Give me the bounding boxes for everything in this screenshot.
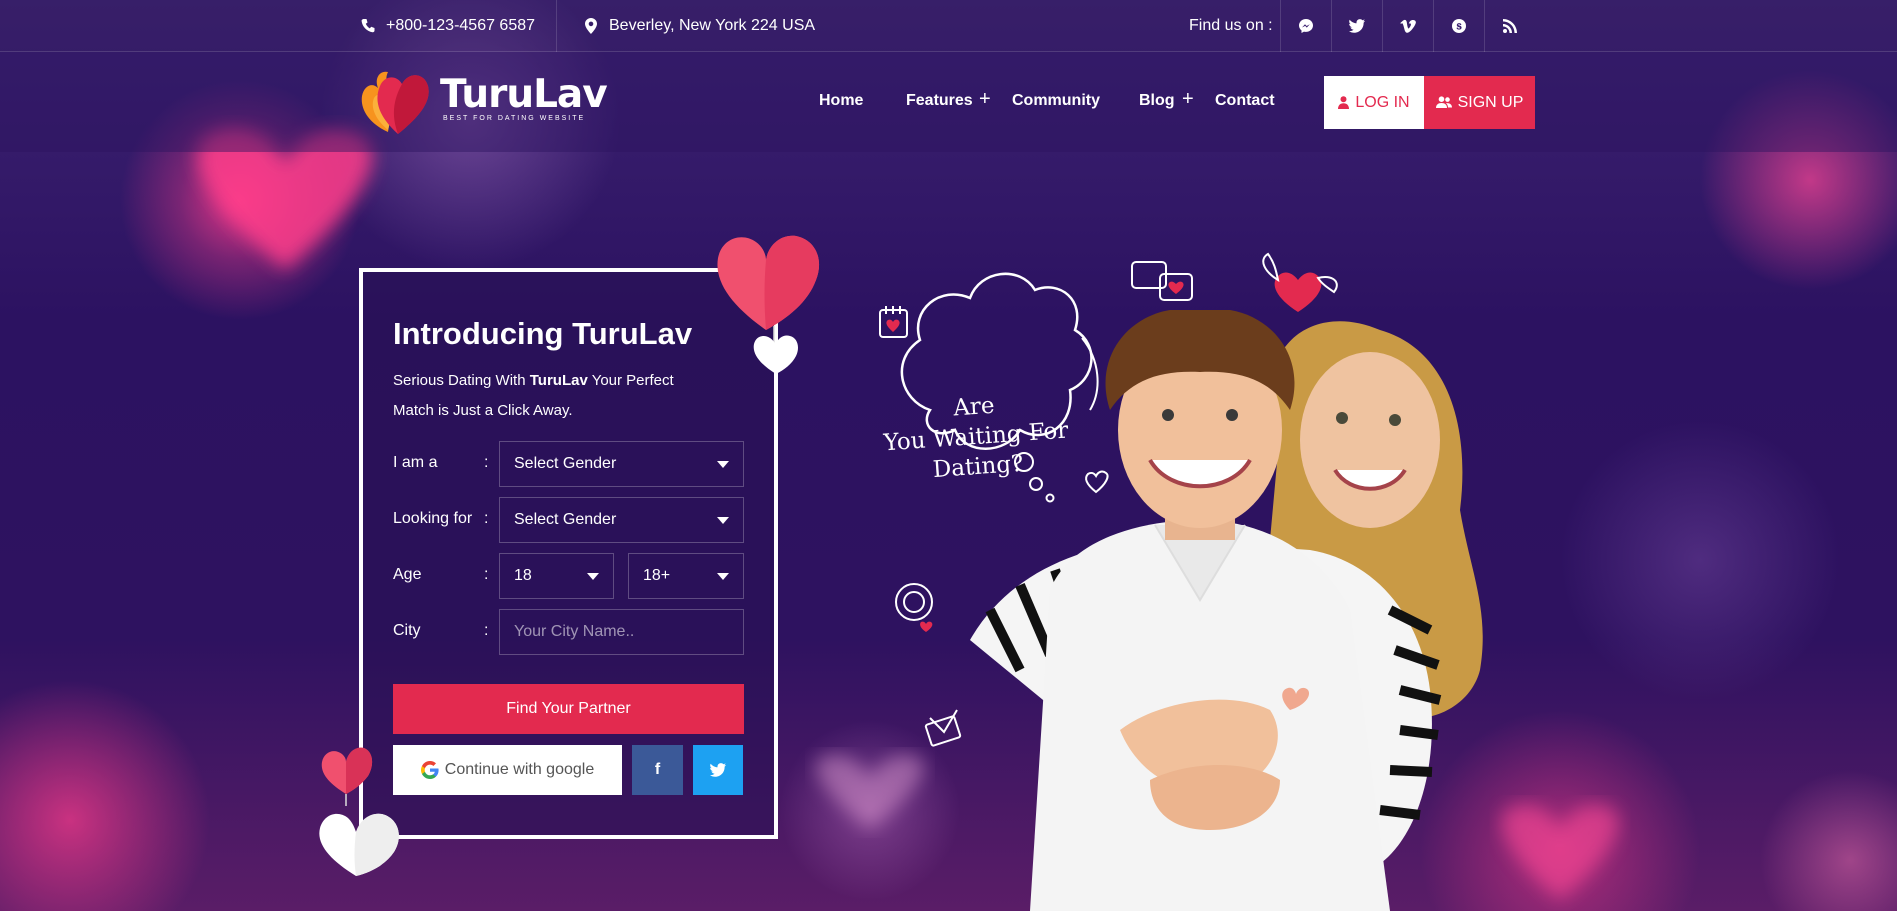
twitter-link[interactable] — [1331, 0, 1382, 52]
brand-logo-icon[interactable] — [358, 68, 432, 136]
colon: : — [484, 622, 489, 639]
location-pin-icon — [583, 18, 599, 34]
paper-heart-icon — [717, 235, 820, 374]
address-info: Beverley, New York 224 USA — [583, 0, 815, 52]
twitter-icon — [710, 763, 726, 777]
signup-label: SIGN UP — [1457, 93, 1524, 111]
colon: : — [484, 454, 489, 471]
rss-icon — [1503, 19, 1517, 33]
iam-gender-select[interactable]: Select Gender — [499, 441, 744, 487]
form-title: Introducing TuruLav — [393, 316, 693, 351]
nav-contact[interactable]: Contact — [1215, 92, 1275, 110]
vimeo-icon — [1400, 19, 1416, 33]
users-icon — [1435, 96, 1452, 108]
skype-icon — [1452, 19, 1466, 33]
topbar-divider — [556, 0, 557, 52]
caret-down-icon — [717, 461, 729, 468]
login-button[interactable]: LOG IN — [1324, 76, 1424, 129]
colon: : — [484, 510, 489, 527]
age-to-select[interactable]: 18+ — [628, 553, 744, 599]
nav-home[interactable]: Home — [819, 92, 863, 110]
twitter-login-button[interactable] — [693, 745, 743, 795]
features-expand-icon[interactable]: + — [979, 88, 991, 111]
age-from-select[interactable]: 18 — [499, 553, 614, 599]
top-bar — [0, 0, 1897, 52]
twitter-icon — [1349, 19, 1365, 33]
address-text: Beverley, New York 224 USA — [609, 17, 816, 34]
nav-community[interactable]: Community — [1012, 92, 1100, 110]
find-partner-button[interactable]: Find Your Partner — [393, 684, 744, 734]
rss-link[interactable] — [1484, 0, 1535, 52]
age-label: Age — [393, 566, 422, 583]
description-brand: TuruLav — [529, 372, 588, 389]
caret-down-icon — [717, 517, 729, 524]
login-label: LOG IN — [1355, 93, 1410, 111]
facebook-login-button[interactable]: f — [632, 745, 683, 795]
user-icon — [1338, 96, 1350, 109]
skype-link[interactable] — [1433, 0, 1484, 52]
brand-tagline: BEST FOR DATING WEBSITE — [443, 115, 586, 122]
facebook-icon: f — [654, 761, 661, 778]
looking-for-gender-select[interactable]: Select Gender — [499, 497, 744, 543]
phone-info[interactable]: +800-123-4567 6587 — [360, 0, 535, 52]
iam-label: I am a — [393, 454, 438, 471]
caret-down-icon — [717, 573, 729, 580]
google-button-label: Continue with google — [444, 761, 595, 778]
city-label: City — [393, 622, 421, 639]
phone-icon — [360, 18, 376, 34]
signup-button[interactable]: SIGN UP — [1424, 76, 1535, 129]
colon: : — [484, 566, 489, 583]
couple-photo — [970, 310, 1483, 911]
form-description: Serious Dating With TuruLav Your Perfect… — [393, 372, 674, 419]
google-login-button[interactable]: Continue with google — [393, 745, 622, 795]
looking-for-label: Looking for — [393, 510, 473, 527]
messenger-icon — [1299, 19, 1313, 33]
brand-name[interactable]: TuruLav — [440, 72, 608, 117]
google-icon — [420, 761, 439, 779]
phone-number: +800-123-4567 6587 — [386, 17, 536, 34]
city-input[interactable]: Your City Name.. — [499, 609, 744, 655]
vimeo-link[interactable] — [1382, 0, 1433, 52]
find-us-label: Find us on : — [1189, 17, 1273, 34]
blog-expand-icon[interactable]: + — [1182, 88, 1194, 111]
caret-down-icon — [587, 573, 599, 580]
messenger-link[interactable] — [1280, 0, 1331, 52]
nav-features[interactable]: Features — [906, 92, 973, 110]
nav-blog[interactable]: Blog — [1139, 92, 1175, 110]
